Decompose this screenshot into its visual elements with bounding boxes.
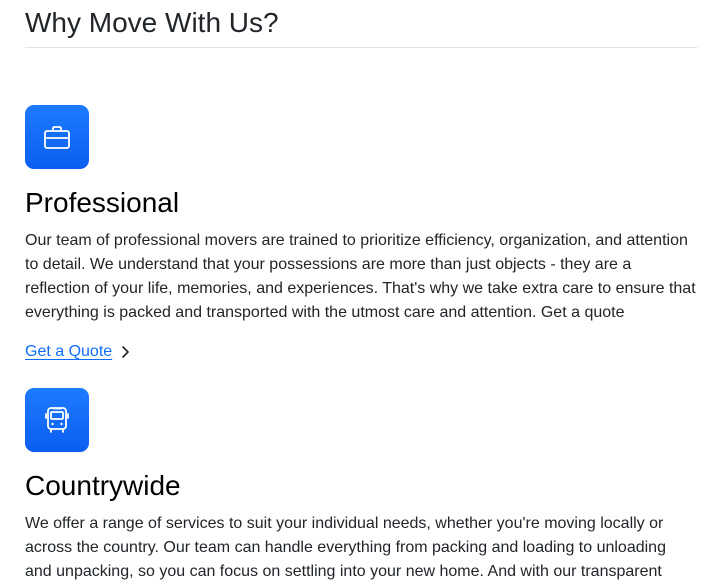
bus-icon [25,388,89,452]
link-label: Get a Quote [25,343,113,360]
feature-title: Professional [25,187,180,218]
feature-description: Our team of professional movers are trai… [25,232,696,321]
feature-title: Countrywide [25,470,181,501]
briefcase-icon [25,105,89,169]
chevron-right-icon [120,345,130,359]
get-a-quote-link[interactable]: Get a Quote [25,342,130,362]
section-title: Why Move With Us? [25,7,279,38]
feature-description: We offer a range of services to suit you… [25,515,666,580]
section-header: Why Move With Us? [25,0,697,48]
